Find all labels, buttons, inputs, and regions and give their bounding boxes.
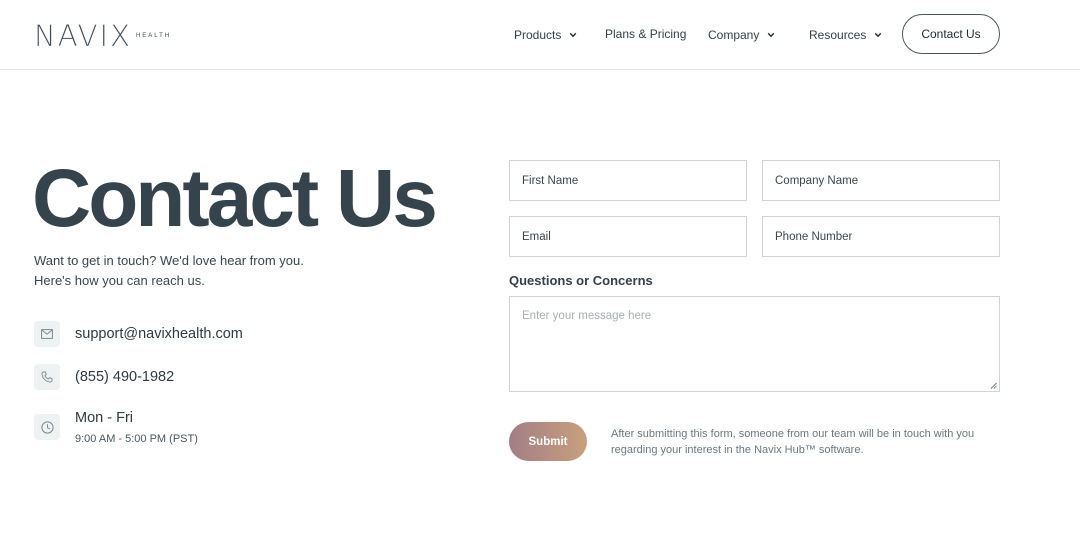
first-name-field[interactable]: First Name [509,160,747,201]
message-textarea[interactable]: Enter your message here [509,296,1000,392]
resize-handle-icon[interactable] [990,382,997,389]
intro-text: Want to get in touch? We'd love hear fro… [34,251,334,291]
site-header: NAVIX HEALTH Products Plans & Pricing Co… [0,0,1080,70]
intro-line-1: Want to get in touch? We'd love hear fro… [34,253,304,268]
nav-plans-pricing[interactable]: Plans & Pricing [605,26,686,42]
chevron-down-icon [875,32,882,38]
phone-number-field[interactable]: Phone Number [762,216,1000,257]
nav-resources[interactable]: Resources [809,27,882,43]
chevron-down-icon [570,32,577,38]
phone-contact-row: (855) 490-1982 [34,364,174,390]
questions-label: Questions or Concerns [509,273,653,288]
nav-company-label: Company [708,28,760,42]
main-nav: Products Plans & Pricing Company Resourc… [0,0,1080,70]
phone-link[interactable]: (855) 490-1982 [75,369,174,385]
message-placeholder: Enter your message here [522,310,652,322]
email-link[interactable]: support@navixhealth.com [75,326,243,342]
company-name-field[interactable]: Company Name [762,160,1000,201]
submit-button[interactable]: Submit [509,422,587,461]
chevron-down-icon [768,32,775,38]
hours-time: 9:00 AM - 5:00 PM (PST) [75,433,198,445]
contact-us-button[interactable]: Contact Us [902,14,1000,54]
mail-icon [34,321,60,347]
nav-products-label: Products [514,28,562,42]
nav-resources-label: Resources [809,28,867,42]
phone-icon [34,364,60,390]
page-title: Contact Us [32,153,438,244]
nav-products[interactable]: Products [514,27,577,43]
intro-line-2: Here's how you can reach us. [34,273,205,288]
nav-plans-label: Plans & Pricing [605,27,687,41]
hours-row [34,414,60,440]
hours-days: Mon - Fri [75,410,133,426]
clock-icon [34,414,60,440]
submission-note: After submitting this form, someone from… [611,428,975,456]
email-contact-row: support@navixhealth.com [34,321,243,347]
hours-block: Mon - Fri 9:00 AM - 5:00 PM (PST) [75,409,198,445]
email-field[interactable]: Email [509,216,747,257]
nav-company[interactable]: Company [708,27,775,43]
